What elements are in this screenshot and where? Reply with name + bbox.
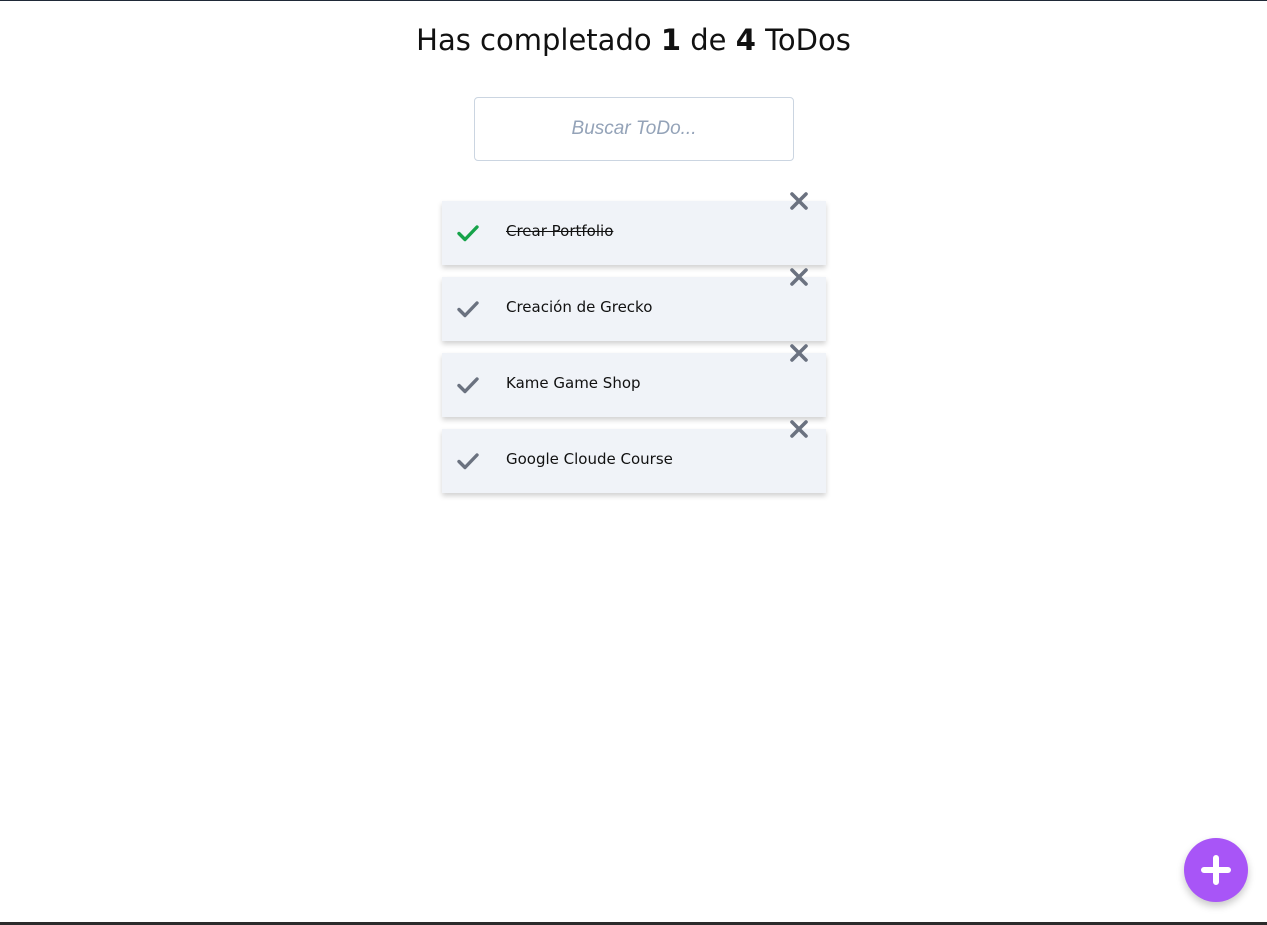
todo-text: Google Cloude Course [506,450,673,468]
search-input[interactable] [474,97,794,161]
completed-count: 1 [660,23,682,57]
check-icon[interactable] [456,221,480,245]
check-icon[interactable] [456,373,480,397]
total-count: 4 [735,23,756,57]
counter-middle: de [690,23,727,57]
counter-prefix: Has completado [416,23,652,57]
todo-text: Kame Game Shop [506,374,641,392]
todo-list: Crear Portfolio Creación de Grecko Kame … [442,192,826,505]
todo-item: Kame Game Shop [442,344,826,417]
counter-suffix: ToDos [765,23,851,57]
todo-text: Creación de Grecko [506,298,653,316]
todo-item: Crear Portfolio [442,192,826,265]
todo-text: Crear Portfolio [506,222,614,240]
todo-item: Google Cloude Course [442,420,826,493]
add-todo-button[interactable] [1184,838,1248,902]
app-window: Has completado 1 de 4 ToDos Crear Portfo… [0,0,1267,925]
check-icon[interactable] [456,449,480,473]
close-icon[interactable] [787,189,811,213]
close-icon[interactable] [787,265,811,289]
check-icon[interactable] [456,297,480,321]
todo-counter: Has completado 1 de 4 ToDos [0,23,1267,57]
todo-item: Creación de Grecko [442,268,826,341]
close-icon[interactable] [787,341,811,365]
close-icon[interactable] [787,417,811,441]
